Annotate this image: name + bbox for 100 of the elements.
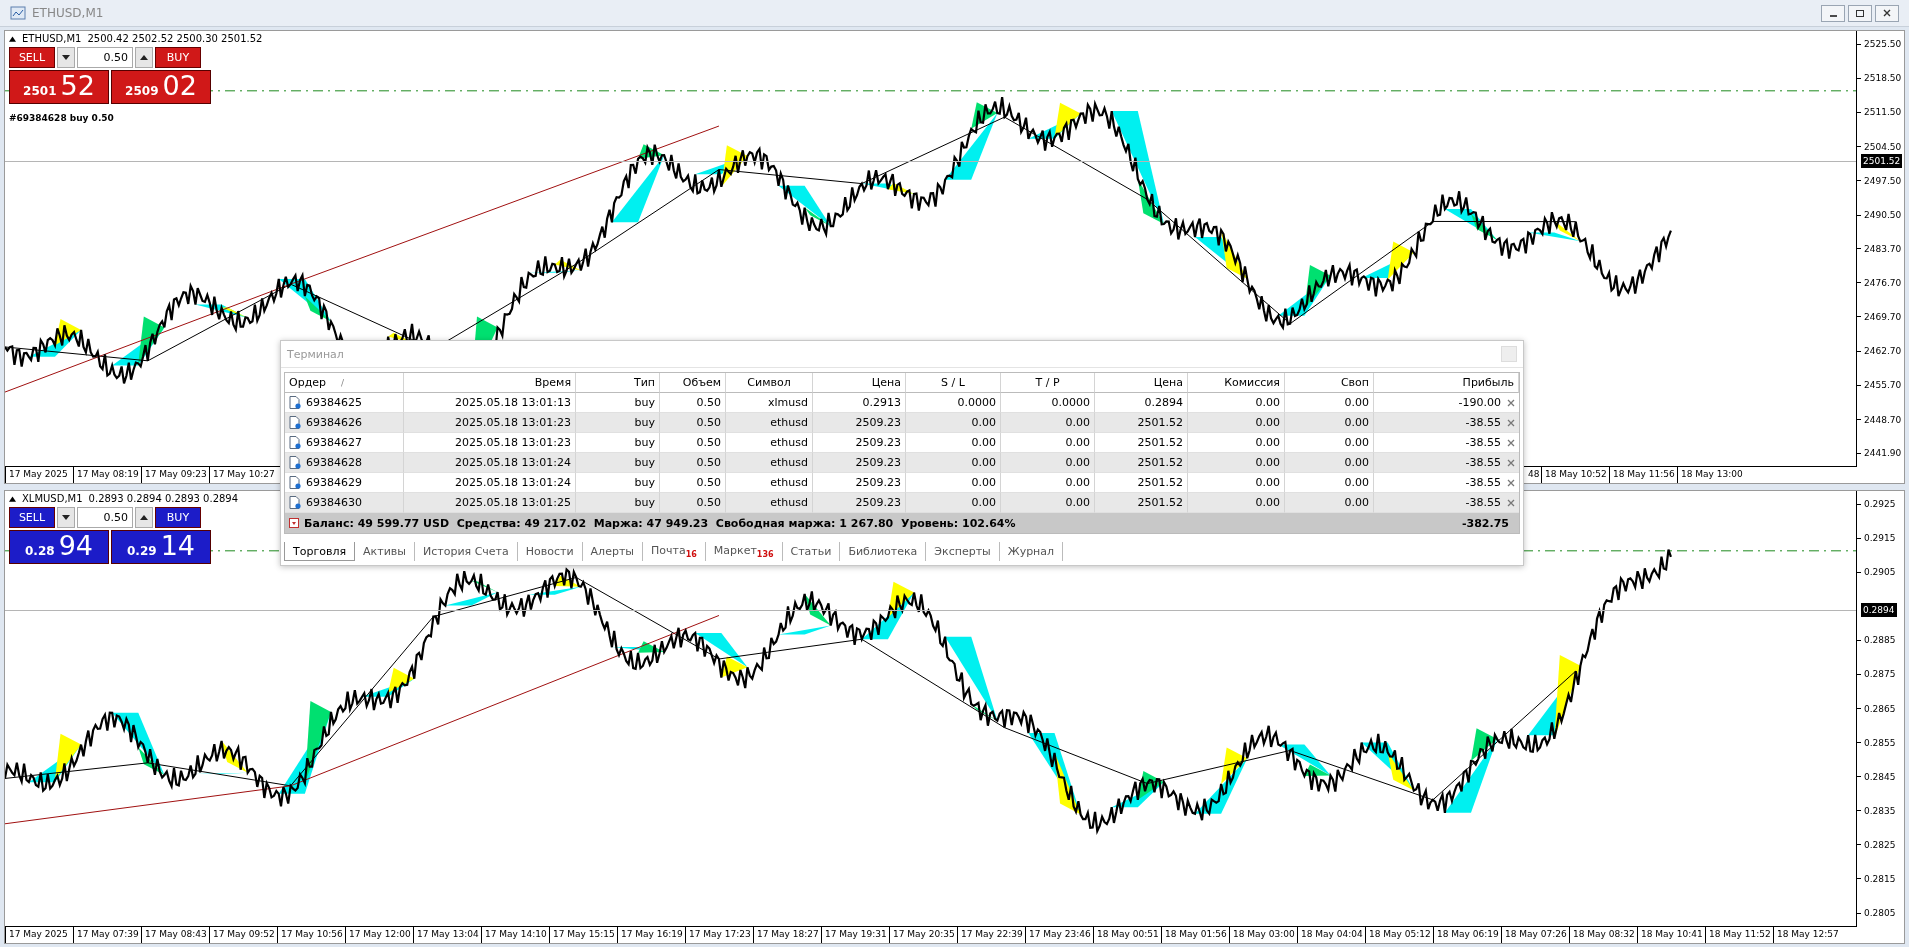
time-tick-label: 48 (1527, 468, 1541, 481)
close-order-icon[interactable] (1507, 498, 1515, 507)
column-header[interactable]: T / P (1001, 373, 1095, 393)
current-price-tag: 0.2894 (1861, 602, 1897, 617)
minimize-button[interactable] (1821, 4, 1845, 22)
window-title: ETHUSD,M1 (32, 6, 104, 20)
time-tick-label: 18 May 06:19 (1433, 927, 1501, 943)
time-tick-label: 17 May 13:04 (413, 927, 481, 943)
column-header[interactable]: Объем (660, 373, 726, 393)
close-order-icon[interactable] (1507, 418, 1515, 427)
table-cell: 0.00 (1188, 453, 1285, 473)
terminal-title: Терминал (287, 347, 344, 361)
price-tick-label: 2518.50 (1864, 72, 1902, 86)
collapse-icon[interactable] (9, 35, 16, 42)
column-header[interactable]: Комиссия (1188, 373, 1285, 393)
table-cell: ethusd (726, 413, 813, 433)
account-summary: Баланс: 49 599.77 USD Средства: 49 217.02 Маржа: 47 949.23 Свободная маржа: 1 267.80 Уровень: 102.64% (304, 516, 1016, 530)
increase-button[interactable] (135, 47, 153, 68)
tab[interactable]: Статьи (782, 542, 841, 562)
up-arrow-icon (140, 515, 148, 520)
table-cell: -38.55 (1465, 456, 1501, 469)
price-tick-label: 2483.70 (1864, 242, 1902, 256)
table-cell: 0.00 (906, 453, 1001, 473)
close-order-icon[interactable] (1507, 478, 1515, 487)
decrease-button[interactable] (57, 47, 75, 68)
restore-icon (1855, 8, 1865, 18)
minimize-icon (1829, 15, 1837, 17)
time-tick-label: 18 May 01:56 (1161, 927, 1229, 943)
time-tick-label: 18 May 11:56 (1609, 467, 1677, 483)
price-tick-label: 0.2855 (1864, 736, 1896, 750)
lot-size-field[interactable]: 0.50 (77, 47, 133, 68)
collapse-icon[interactable] (9, 495, 16, 502)
tab[interactable]: Эксперты (926, 542, 1000, 562)
close-order-icon[interactable] (1507, 458, 1515, 467)
time-tick-label: 17 May 16:19 (617, 927, 685, 943)
decrease-button[interactable] (57, 507, 75, 528)
restore-button[interactable] (1848, 4, 1872, 22)
bid-price-button[interactable]: 2501 52 (9, 70, 109, 104)
order-icon (289, 436, 301, 449)
table-cell: 0.50 (660, 413, 726, 433)
column-header[interactable]: Цена (813, 373, 906, 393)
total-profit: -382.75 (1462, 516, 1509, 530)
tab[interactable]: Библиотека (840, 542, 927, 562)
sell-button[interactable]: SELL (9, 47, 55, 68)
column-header[interactable]: Время (404, 373, 576, 393)
tab[interactable]: Алерты (582, 542, 643, 562)
column-header[interactable]: Своп (1285, 373, 1374, 393)
time-tick-label: 17 May 20:35 (889, 927, 957, 943)
tab[interactable]: Журнал (999, 542, 1064, 562)
close-order-icon[interactable] (1507, 438, 1515, 447)
time-tick-label: 17 May 10:56 (277, 927, 345, 943)
price-tick-label: 0.2865 (1864, 702, 1896, 716)
order-row[interactable]: 69384626 2025.05.18 13:01:23 buy 0.50 ethusd 2509.23 0.00 0.00 2501.52 0.00 0.00 -38.55 (285, 413, 1519, 433)
bid-price-button[interactable]: 0.28 94 (9, 530, 109, 564)
ask-price-button[interactable]: 2509 02 (111, 70, 211, 104)
buy-button[interactable]: BUY (155, 47, 201, 68)
table-cell: 0.00 (906, 413, 1001, 433)
table-cell: ethusd (726, 453, 813, 473)
column-header[interactable]: Тип (576, 373, 660, 393)
table-cell: 69384628 (285, 453, 404, 473)
table-cell: 69384626 (285, 413, 404, 433)
column-header[interactable]: Символ (726, 373, 813, 393)
price-tick-label: 2462.70 (1864, 345, 1902, 359)
price-tick-label: 0.2825 (1864, 838, 1896, 852)
tab[interactable]: Почта$_{16}$ (643, 542, 706, 562)
increase-button[interactable] (135, 507, 153, 528)
lot-size-field[interactable]: 0.50 (77, 507, 133, 528)
table-cell: 2509.23 (813, 413, 906, 433)
order-row[interactable]: 69384630 2025.05.18 13:01:25 buy 0.50 ethusd 2509.23 0.00 0.00 2501.52 0.00 0.00 -38.55 (285, 493, 1519, 513)
table-cell: -38.55 (1465, 496, 1501, 509)
table-cell: 2509.23 (813, 453, 906, 473)
close-order-icon[interactable] (1507, 398, 1515, 407)
price-tick-label: 2476.70 (1864, 276, 1902, 290)
order-row[interactable]: 69384628 2025.05.18 13:01:24 buy 0.50 ethusd 2509.23 0.00 0.00 2501.52 0.00 0.00 -38.55 (285, 453, 1519, 473)
tab[interactable]: Маркет$_{136}$ (705, 542, 783, 562)
column-header[interactable]: S / L (906, 373, 1001, 393)
tab[interactable]: Новости (517, 542, 583, 562)
price-tick-label: 2448.70 (1864, 413, 1902, 427)
tab[interactable]: Торговля (284, 542, 356, 562)
sell-button[interactable]: SELL (9, 507, 55, 528)
time-tick-label: 17 May 23:46 (1025, 927, 1093, 943)
down-arrow-icon (62, 55, 70, 60)
time-tick-label: 18 May 12:57 (1773, 927, 1841, 943)
time-tick-label: 17 May 14:10 (481, 927, 549, 943)
table-cell: 2501.52 (1095, 413, 1188, 433)
column-header[interactable]: Ордер / (285, 373, 404, 393)
close-button[interactable] (1875, 4, 1899, 22)
price-tick-label: 0.2805 (1864, 907, 1896, 920)
time-tick-label: 17 May 08:19 (73, 467, 141, 483)
table-cell: buy (576, 453, 660, 473)
table-cell: -38.55 (1465, 436, 1501, 449)
price-tick-label: 0.2905 (1864, 566, 1896, 580)
buy-button[interactable]: BUY (155, 507, 201, 528)
ask-price-button[interactable]: 0.29 14 (111, 530, 211, 564)
tab[interactable]: История Счета (415, 542, 518, 562)
tab[interactable]: Активы (355, 542, 415, 562)
column-header[interactable]: Прибыль (1374, 373, 1519, 393)
column-header[interactable]: Цена (1095, 373, 1188, 393)
time-tick-label: 17 May 17:23 (685, 927, 753, 943)
price-tick-label: 2525.50 (1864, 38, 1902, 51)
